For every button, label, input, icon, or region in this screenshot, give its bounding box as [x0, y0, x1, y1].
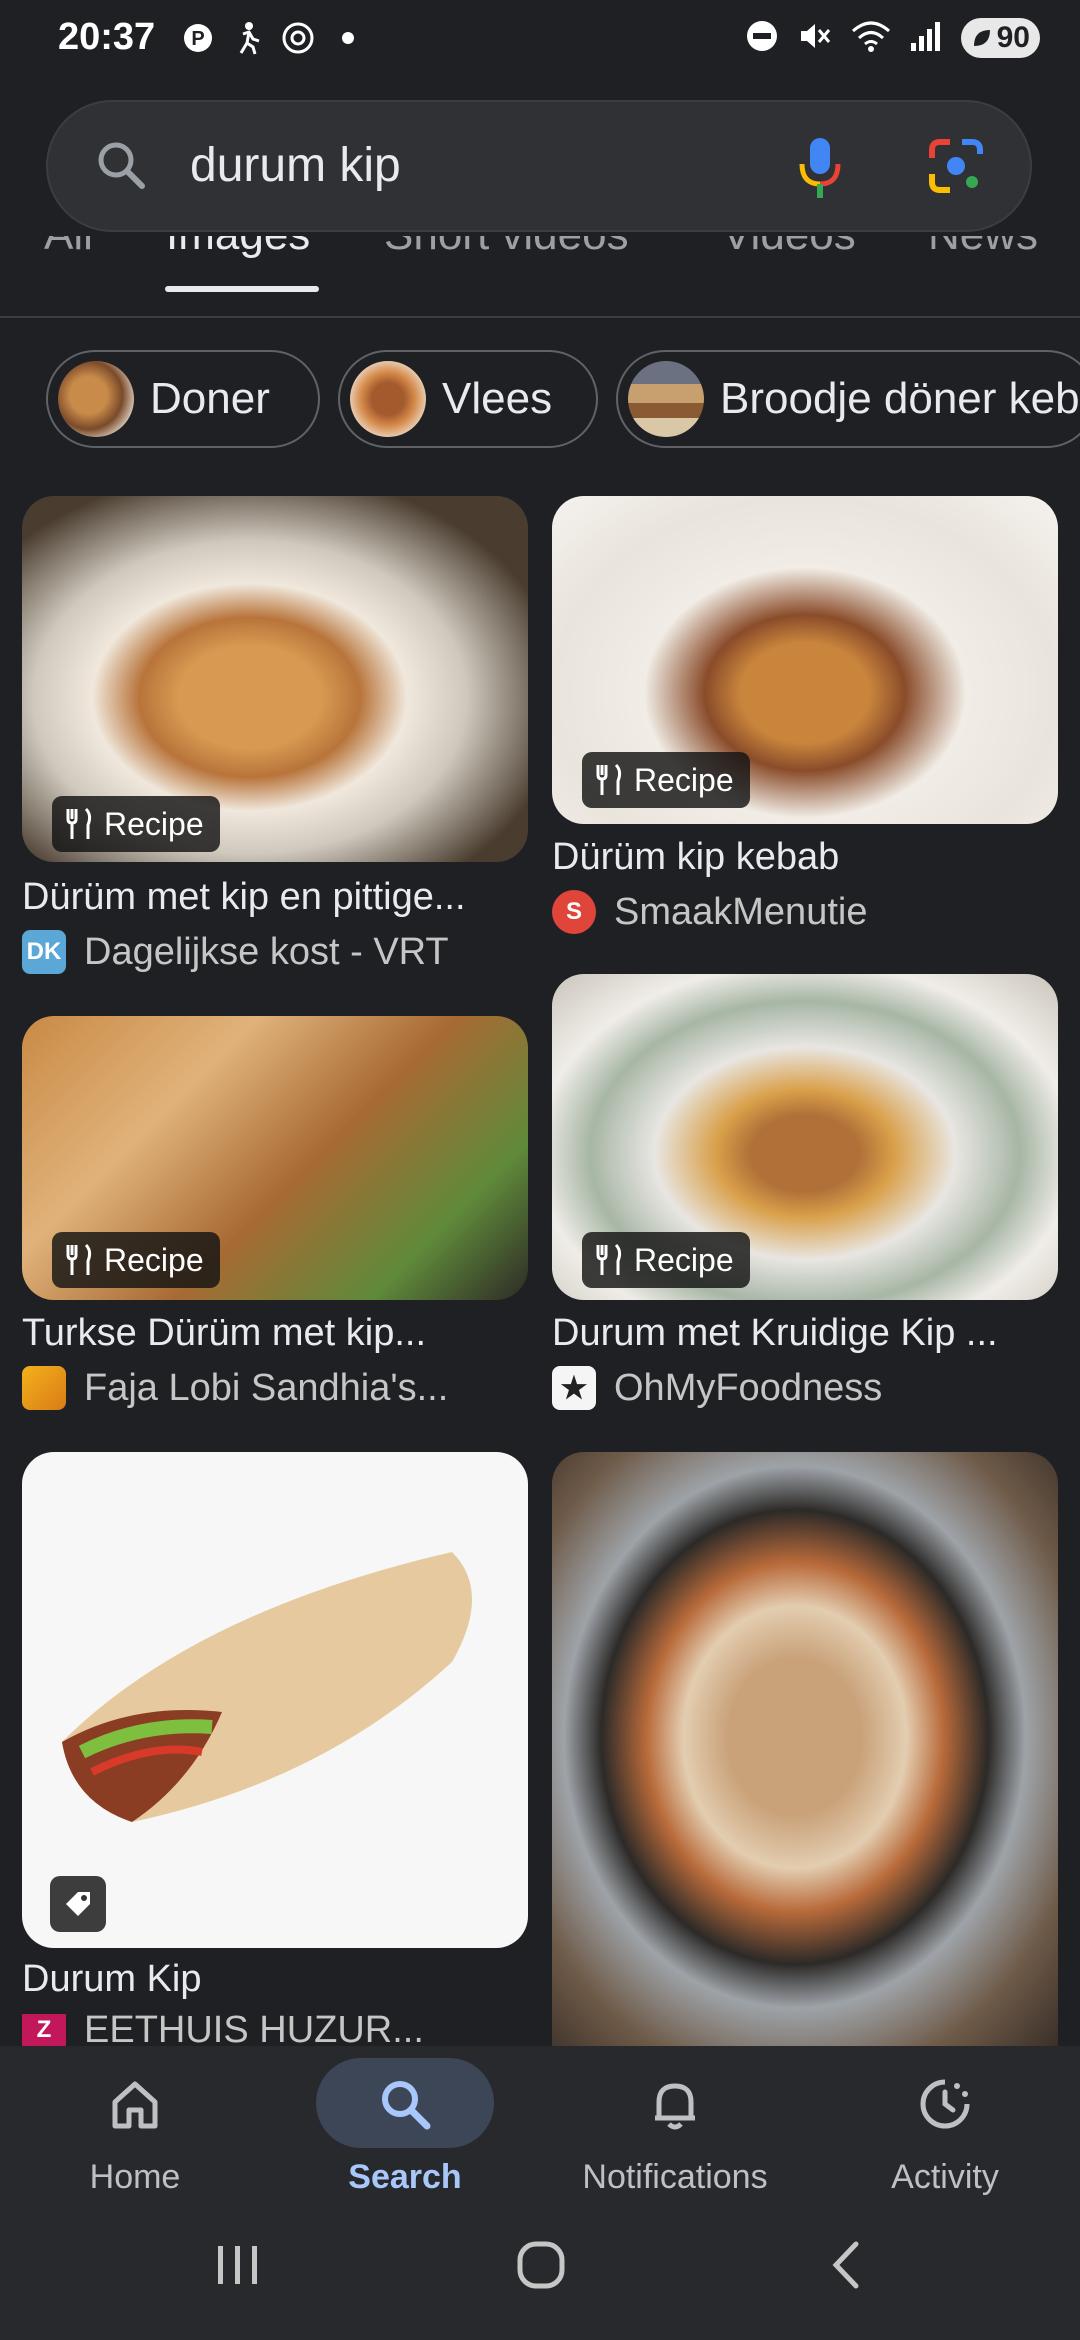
- recents-icon[interactable]: [214, 2240, 262, 2295]
- shopping-tag-badge: [50, 1876, 106, 1932]
- nav-home[interactable]: [0, 2060, 270, 2139]
- nav-notifications[interactable]: [540, 2060, 810, 2139]
- source-label: SmaakMenutie: [614, 890, 868, 933]
- tab-images[interactable]: Images: [166, 236, 310, 260]
- nav-home-label[interactable]: Home: [0, 2158, 270, 2197]
- result-source[interactable]: Faja Lobi Sandhia's...: [22, 1366, 448, 1410]
- chip-thumbnail: [350, 361, 426, 437]
- signal-icon: [909, 19, 943, 58]
- search-icon: [92, 136, 152, 201]
- result-image[interactable]: Recipe: [552, 974, 1058, 1300]
- source-label: Dagelijkse kost - VRT: [84, 930, 449, 973]
- home-icon: [112, 2081, 158, 2129]
- recipe-badge: Recipe: [582, 752, 750, 808]
- result-source[interactable]: S SmaakMenutie: [552, 890, 867, 934]
- utensils-icon: [66, 807, 92, 839]
- battery-level: 90: [996, 21, 1030, 54]
- result-image[interactable]: Recipe: [552, 496, 1058, 824]
- source-label: Faja Lobi Sandhia's...: [84, 1366, 449, 1409]
- source-label: OhMyFoodness: [614, 1366, 883, 1409]
- home-button-icon[interactable]: [516, 2240, 566, 2295]
- mute-icon: [797, 19, 833, 58]
- active-tab-indicator: [165, 286, 319, 292]
- back-icon[interactable]: [826, 2240, 866, 2295]
- nav-search-label[interactable]: Search: [270, 2158, 540, 2197]
- nav-notifications-label[interactable]: Notifications: [540, 2158, 810, 2197]
- recipe-badge: Recipe: [52, 796, 220, 852]
- bell-icon: [655, 2083, 695, 2130]
- activity-icon: [920, 2079, 970, 2129]
- result-title[interactable]: Durum Kip: [22, 1958, 202, 2001]
- battery-indicator: 90: [960, 18, 1040, 58]
- tag-icon: [66, 1892, 90, 1916]
- chip-doner[interactable]: Doner: [46, 350, 320, 448]
- status-bar: 20:37 P 90: [0, 0, 1080, 88]
- pinterest-icon: P: [180, 20, 216, 56]
- status-time: 20:37: [58, 16, 156, 58]
- result-image[interactable]: [22, 1452, 528, 1948]
- lens-icon[interactable]: [926, 136, 986, 201]
- chip-thumbnail: [58, 361, 134, 437]
- tab-news[interactable]: News: [928, 236, 1038, 260]
- result-source[interactable]: Z EETHUIS HUZUR...: [22, 2014, 424, 2046]
- favicon: Z: [22, 2014, 66, 2046]
- wifi-icon: [851, 19, 891, 58]
- recipe-badge: Recipe: [582, 1232, 750, 1288]
- chip-label: Doner: [150, 374, 270, 423]
- chip-broodje-doner[interactable]: Broodje döner kebab: [616, 350, 1080, 448]
- result-image[interactable]: Recipe: [22, 496, 528, 862]
- chip-label: Vlees: [442, 374, 553, 423]
- result-source[interactable]: ★ OhMyFoodness: [552, 1366, 882, 1410]
- nav-activity[interactable]: [810, 2060, 1080, 2139]
- result-title[interactable]: Dürüm kip kebab: [552, 836, 839, 879]
- chip-label: Broodje döner kebab: [720, 374, 1080, 423]
- leaf-icon: [973, 30, 990, 46]
- tab-short-videos[interactable]: Short videos: [384, 236, 629, 260]
- wrap-illustration: [62, 1552, 472, 1822]
- result-title[interactable]: Dürüm met kip en pittige...: [22, 876, 466, 919]
- badge-label: Recipe: [634, 1241, 734, 1278]
- favicon: DK: [22, 930, 66, 974]
- badge-label: Recipe: [104, 805, 204, 842]
- accessibility-icon: [230, 20, 266, 56]
- favicon: S: [552, 890, 596, 934]
- utensils-icon: [596, 1243, 622, 1275]
- chip-thumbnail: [628, 361, 704, 437]
- utensils-icon: [596, 763, 622, 795]
- mic-icon[interactable]: [796, 132, 844, 209]
- badge-label: Recipe: [634, 761, 734, 798]
- favicon: [22, 1366, 66, 1410]
- result-title[interactable]: Turkse Dürüm met kip...: [22, 1312, 426, 1355]
- badge-label: Recipe: [104, 1241, 204, 1278]
- source-label: EETHUIS HUZUR...: [84, 2014, 424, 2046]
- result-image[interactable]: Recipe: [22, 1016, 528, 1300]
- favicon: ★: [552, 1366, 596, 1410]
- utensils-icon: [66, 1243, 92, 1275]
- nav-activity-label[interactable]: Activity: [810, 2158, 1080, 2197]
- tabs-divider: [0, 316, 1080, 318]
- search-tabs: All Images Short videos Videos News: [0, 236, 1080, 316]
- dnd-icon: [745, 19, 779, 58]
- dot-icon: [330, 20, 366, 56]
- recipe-badge: Recipe: [52, 1232, 220, 1288]
- search-icon: [382, 2081, 431, 2130]
- chip-vlees[interactable]: Vlees: [338, 350, 598, 448]
- result-source[interactable]: DK Dagelijkse kost - VRT: [22, 930, 449, 974]
- nav-search[interactable]: [270, 2060, 540, 2139]
- threads-icon: [280, 20, 316, 56]
- status-icons-left: P: [180, 20, 366, 56]
- result-title[interactable]: Durum met Kruidige Kip ...: [552, 1312, 998, 1355]
- status-icons-right: 90: [745, 18, 1040, 58]
- tab-all[interactable]: All: [44, 236, 93, 260]
- result-image[interactable]: [552, 1452, 1058, 2046]
- search-input[interactable]: durum kip: [190, 138, 401, 193]
- svg-text:P: P: [191, 28, 204, 50]
- tab-videos[interactable]: Videos: [722, 236, 856, 260]
